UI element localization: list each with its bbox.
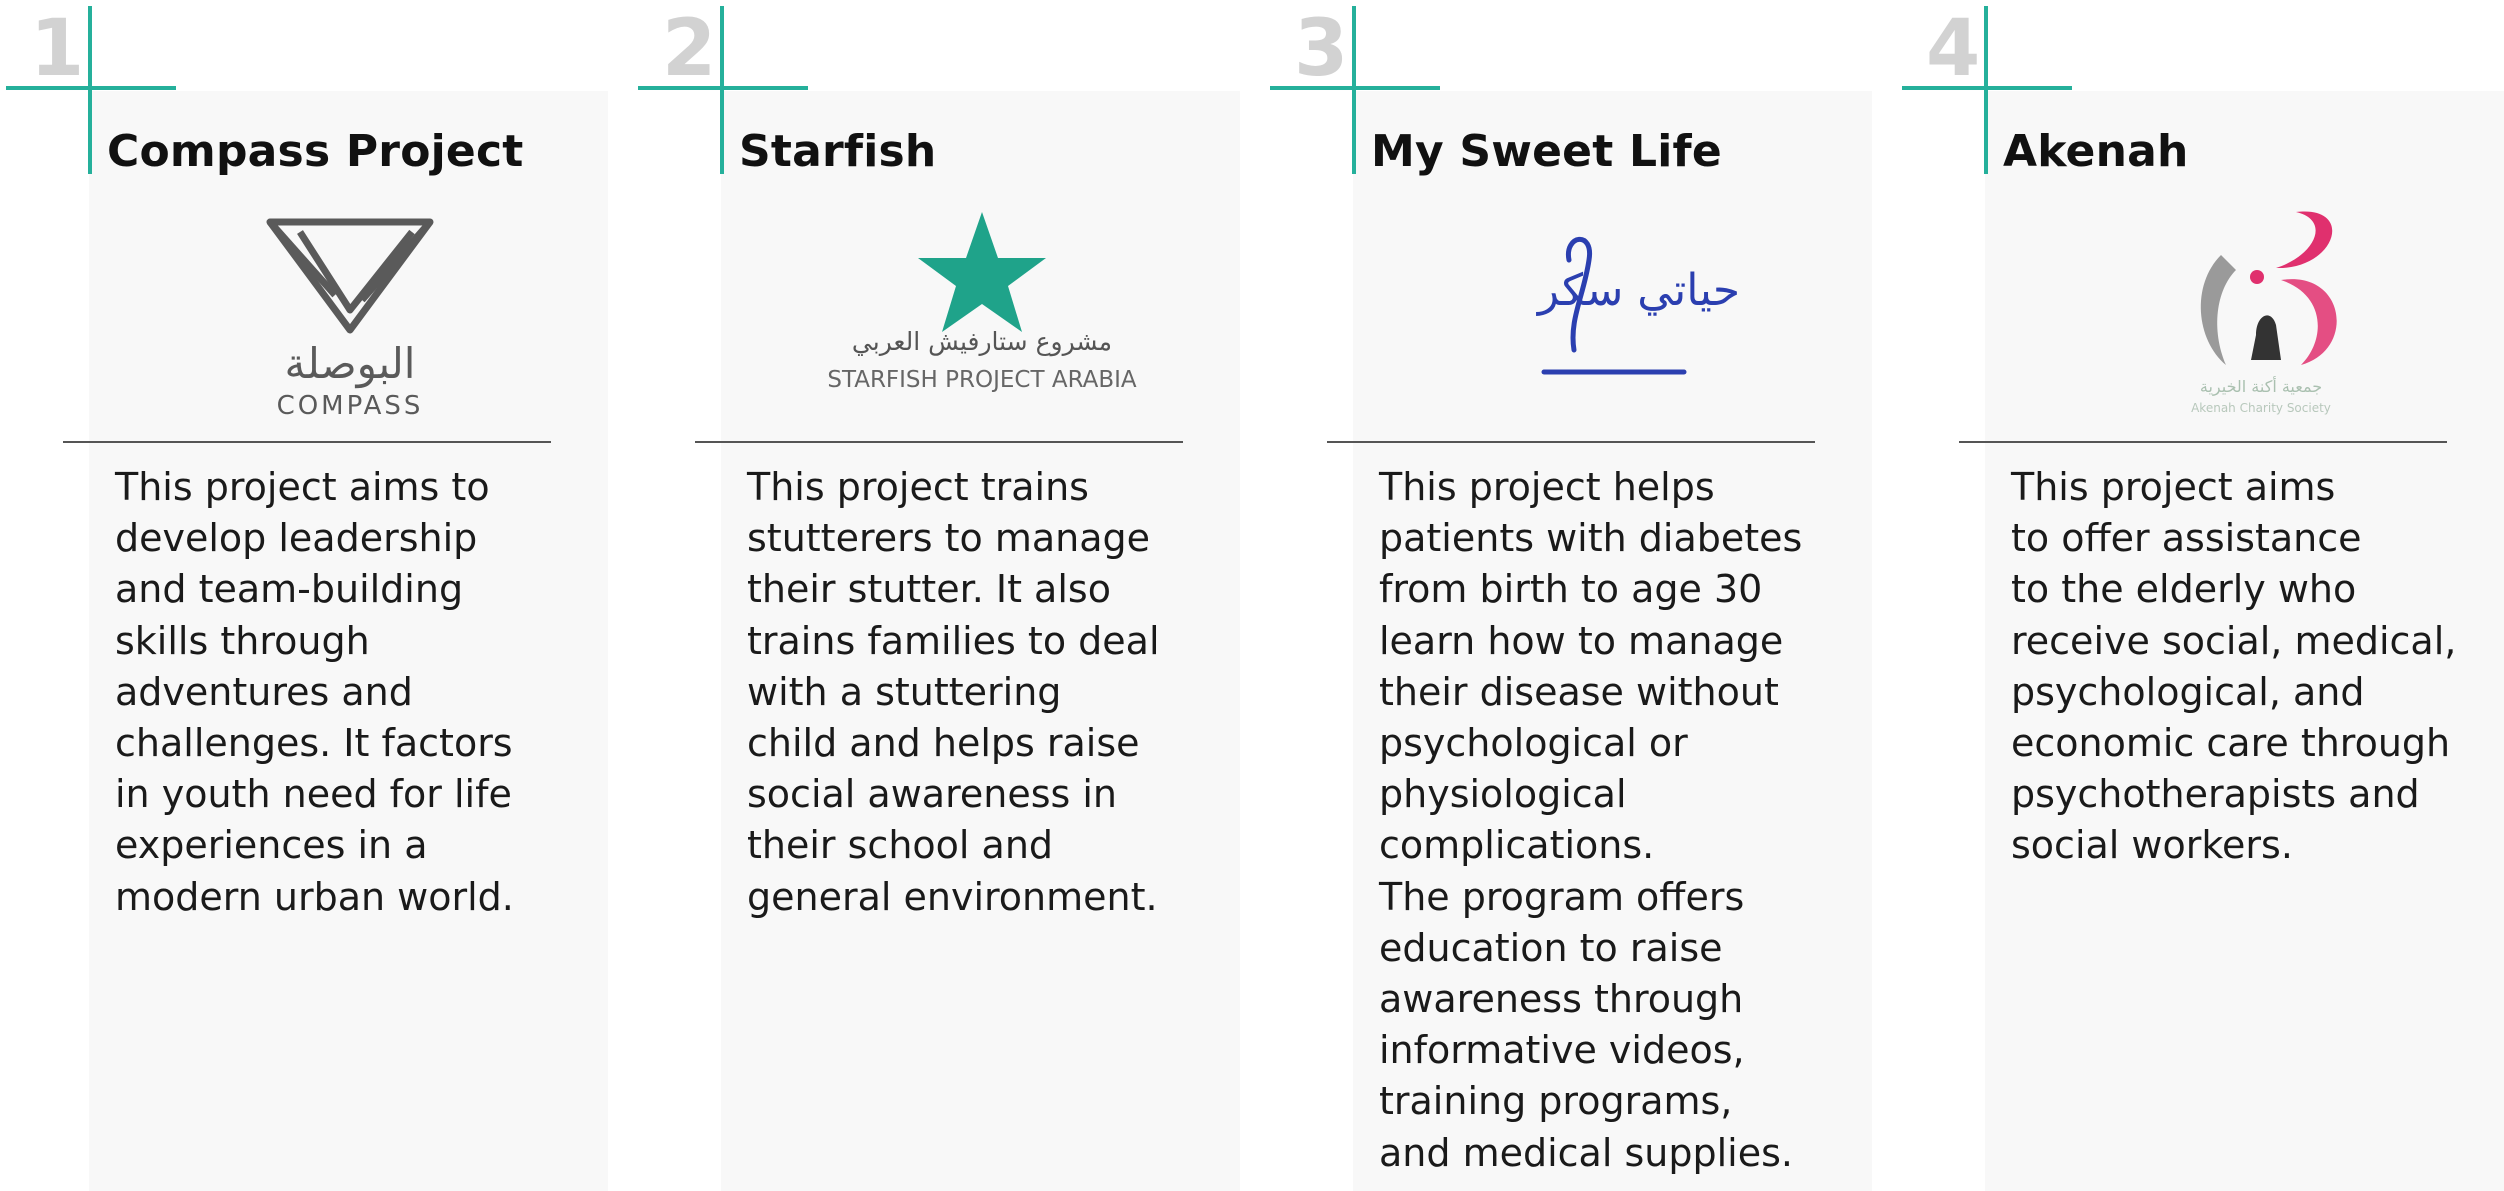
card-description: This project aims to offer assistance to… bbox=[2011, 465, 2457, 868]
logo-caption-text: COMPASS bbox=[277, 391, 424, 421]
card-number: 1 bbox=[30, 4, 85, 94]
logo-arabic-text: مشروع ستارفيش العربي bbox=[852, 327, 1112, 357]
card-title: Akenah bbox=[2003, 126, 2189, 177]
akenah-logo-icon: جمعية أكنة الخيرية Akenah Charity Societ… bbox=[2026, 200, 2456, 425]
project-card-compass: 1 Compass Project البوصلة COMPASS This p… bbox=[0, 0, 632, 1191]
starfish-logo-icon: مشروع ستارفيش العربي STARFISH PROJECT AR… bbox=[762, 200, 1192, 425]
logo-caption-text: Akenah Charity Society bbox=[2191, 401, 2331, 415]
card-title: My Sweet Life bbox=[1371, 126, 1722, 177]
logo-arabic-text: جمعية أكنة الخيرية bbox=[2200, 376, 2322, 397]
compass-logo-icon: البوصلة COMPASS bbox=[130, 200, 560, 425]
card-divider bbox=[1959, 441, 2447, 443]
card-divider bbox=[1327, 441, 1815, 443]
logo-arabic-text: حياتي سكر bbox=[1536, 265, 1740, 316]
logo-caption-text: STARFISH PROJECT ARABIA bbox=[827, 367, 1137, 393]
my-sweet-life-logo-icon: حياتي سكر bbox=[1394, 200, 1824, 425]
accent-cross-horizontal bbox=[6, 86, 176, 90]
project-card-my-sweet-life: 3 My Sweet Life حياتي سكر This project h… bbox=[1264, 0, 1896, 1191]
accent-cross-horizontal bbox=[638, 86, 808, 90]
card-divider bbox=[63, 441, 551, 443]
accent-cross-vertical bbox=[1352, 6, 1356, 174]
card-title: Starfish bbox=[739, 126, 937, 177]
accent-cross-horizontal bbox=[1270, 86, 1440, 90]
card-description: This project trains stutterers to manage… bbox=[747, 465, 1160, 919]
project-card-akenah: 4 Akenah جمعية أكنة الخيرية Akenah Chari… bbox=[1896, 0, 2504, 1191]
accent-cross-vertical bbox=[1984, 6, 1988, 174]
card-description: This project aims to develop leadership … bbox=[115, 465, 514, 919]
card-number: 3 bbox=[1294, 4, 1349, 94]
project-card-starfish: 2 Starfish مشروع ستارفيش العربي STARFISH… bbox=[632, 0, 1264, 1191]
card-number: 2 bbox=[662, 4, 717, 94]
accent-cross-vertical bbox=[720, 6, 724, 174]
card-divider bbox=[695, 441, 1183, 443]
accent-cross-horizontal bbox=[1902, 86, 2072, 90]
card-title: Compass Project bbox=[107, 126, 524, 177]
logo-arabic-text: البوصلة bbox=[285, 339, 416, 388]
accent-cross-vertical bbox=[88, 6, 92, 174]
card-description: This project helps patients with diabete… bbox=[1379, 465, 1803, 1175]
card-number: 4 bbox=[1926, 4, 1981, 94]
